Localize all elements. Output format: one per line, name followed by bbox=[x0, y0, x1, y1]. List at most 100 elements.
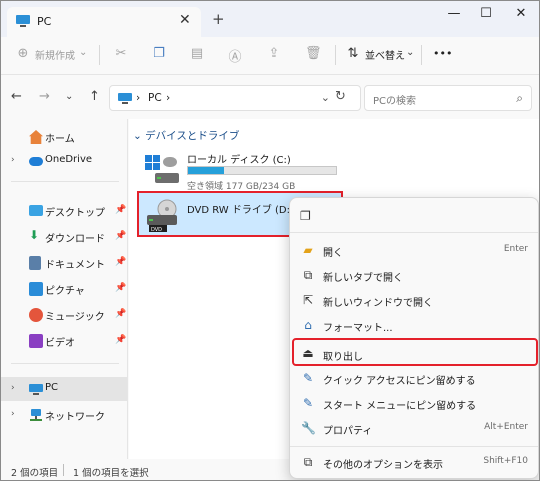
pin-icon[interactable]: 📌 bbox=[115, 335, 126, 345]
item-count: 2 個の項目 bbox=[11, 468, 59, 479]
drive-d-name: DVD RW ドライブ (D:) bbox=[187, 205, 294, 216]
sidebar-item-desktop[interactable]: デスクトップ 📌 bbox=[1, 199, 127, 223]
eject-icon: ⏏ bbox=[302, 346, 314, 360]
sidebar-item-network[interactable]: › ネットワーク bbox=[1, 403, 127, 427]
close-button[interactable]: ✕ bbox=[506, 6, 536, 21]
sidebar-item-pc[interactable]: › PC bbox=[1, 377, 127, 401]
minimize-button[interactable]: — bbox=[439, 6, 469, 21]
download-icon: ⬇ bbox=[29, 228, 40, 242]
drive-c-item[interactable]: ローカル ディスク (C:) 空き領域 177 GB/234 GB bbox=[143, 149, 343, 192]
menu-item-label: 開く bbox=[323, 248, 343, 259]
context-menu: ❐ ▰ 開く Enter ⧉ 新しいタブで開く ⇱ 新しいウィンドウで開く ⌂ … bbox=[289, 197, 539, 479]
pane-divider[interactable] bbox=[127, 119, 128, 459]
menu-item-pin-start[interactable]: ✎ スタート メニューにピン留めする bbox=[294, 391, 534, 415]
pin-icon[interactable]: 📌 bbox=[115, 205, 126, 215]
breadcrumb-separator[interactable]: › bbox=[136, 92, 140, 104]
refresh-icon[interactable]: ↻ bbox=[335, 89, 346, 104]
search-input[interactable]: PCの検索 bbox=[373, 92, 416, 107]
sidebar-item-home[interactable]: ホーム bbox=[1, 125, 127, 149]
tab-pc[interactable]: PC ✕ bbox=[7, 7, 201, 37]
more-options-button[interactable]: ••• bbox=[433, 47, 452, 60]
maximize-button[interactable]: ☐ bbox=[471, 6, 501, 21]
pin-icon[interactable]: 📌 bbox=[115, 231, 126, 241]
recent-locations-icon[interactable]: ⌄ bbox=[65, 91, 73, 102]
chevron-right-icon[interactable]: › bbox=[11, 409, 15, 419]
sidebar-item-music[interactable]: ミュージック 📌 bbox=[1, 303, 127, 327]
sidebar-item-label: ネットワーク bbox=[45, 412, 105, 423]
chevron-down-icon[interactable]: ⌄ bbox=[321, 91, 330, 104]
sidebar-item-pictures[interactable]: ピクチャ 📌 bbox=[1, 277, 127, 301]
group-title: デバイスとドライブ bbox=[145, 130, 240, 142]
menu-item-properties[interactable]: 🔧 プロパティ Alt+Enter bbox=[294, 416, 534, 440]
chevron-right-icon[interactable]: › bbox=[11, 155, 15, 165]
desktop-icon bbox=[29, 205, 43, 216]
copy-icon[interactable]: ❐ bbox=[151, 46, 167, 62]
menu-item-open-new-window[interactable]: ⇱ 新しいウィンドウで開く bbox=[294, 288, 534, 312]
wrench-icon: 🔧 bbox=[301, 421, 316, 435]
group-header[interactable]: ⌄ デバイスとドライブ bbox=[133, 128, 239, 143]
pin-icon[interactable]: 📌 bbox=[115, 309, 126, 319]
chevron-down-icon: ⌄ bbox=[79, 47, 88, 58]
menu-item-more-options[interactable]: ⧉ その他のオプションを表示 Shift+F10 bbox=[294, 450, 534, 474]
separator bbox=[63, 464, 64, 476]
rename-icon[interactable]: Ⓐ bbox=[227, 46, 243, 65]
pc-icon bbox=[29, 384, 43, 395]
menu-item-shortcut: Shift+F10 bbox=[483, 456, 528, 466]
menu-item-open[interactable]: ▰ 開く Enter bbox=[294, 238, 534, 262]
search-box[interactable]: PCの検索 ⌕ bbox=[364, 85, 532, 111]
sidebar-divider bbox=[11, 363, 119, 364]
new-tab-icon: ⧉ bbox=[303, 268, 313, 282]
pc-icon bbox=[16, 15, 30, 27]
sort-button[interactable]: 並べ替え bbox=[365, 47, 405, 62]
dvd-badge: DVD bbox=[151, 227, 162, 233]
menu-divider bbox=[290, 446, 538, 447]
sidebar-item-label: OneDrive bbox=[45, 154, 93, 165]
new-tab-button[interactable]: + bbox=[212, 10, 225, 28]
separator bbox=[99, 45, 100, 65]
more-options-icon: ⧉ bbox=[303, 455, 313, 469]
pin-icon[interactable]: 📌 bbox=[115, 257, 126, 267]
paste-icon[interactable]: ▤ bbox=[189, 46, 205, 62]
tab-title: PC bbox=[37, 15, 52, 28]
separator bbox=[421, 45, 422, 65]
sidebar-item-label: ダウンロード bbox=[45, 234, 105, 245]
pin-icon: ✎ bbox=[302, 396, 314, 410]
pin-icon[interactable]: 📌 bbox=[115, 283, 126, 293]
breadcrumb-separator[interactable]: › bbox=[166, 92, 170, 104]
pc-icon bbox=[118, 93, 132, 104]
chevron-right-icon[interactable]: › bbox=[11, 383, 15, 393]
forward-arrow-icon[interactable]: → bbox=[39, 89, 50, 104]
sidebar-item-label: ビデオ bbox=[45, 338, 75, 349]
navigation-pane: ホーム › OneDrive デスクトップ 📌 ⬇ ダウンロード 📌 ドキュメン… bbox=[1, 119, 129, 459]
menu-item-pin-quick-access[interactable]: ✎ クイック アクセスにピン留めする bbox=[294, 366, 534, 390]
menu-item-label: プロパティ bbox=[323, 426, 373, 437]
tab-close-icon[interactable]: ✕ bbox=[179, 12, 191, 28]
new-window-icon: ⇱ bbox=[302, 293, 314, 307]
copy-icon[interactable]: ❐ bbox=[300, 209, 311, 223]
sidebar-item-label: PC bbox=[45, 382, 59, 393]
sidebar-item-label: ドキュメント bbox=[45, 260, 105, 271]
pin-icon: ✎ bbox=[302, 371, 314, 385]
sidebar-item-downloads[interactable]: ⬇ ダウンロード 📌 bbox=[1, 225, 127, 249]
delete-icon[interactable]: 🗑 bbox=[305, 46, 322, 62]
back-arrow-icon[interactable]: ← bbox=[11, 89, 22, 104]
dvd-drive-icon: DVD bbox=[147, 199, 177, 233]
sidebar-item-onedrive[interactable]: › OneDrive bbox=[1, 149, 127, 173]
sidebar-item-videos[interactable]: ビデオ 📌 bbox=[1, 329, 127, 353]
sidebar-divider bbox=[11, 181, 119, 182]
folder-icon: ▰ bbox=[303, 243, 313, 257]
sidebar-item-documents[interactable]: ドキュメント 📌 bbox=[1, 251, 127, 275]
cut-icon[interactable]: ✂ bbox=[113, 46, 129, 62]
menu-item-eject[interactable]: ⏏ 取り出し bbox=[292, 338, 538, 366]
menu-item-format[interactable]: ⌂ フォーマット... bbox=[294, 313, 534, 337]
onedrive-icon bbox=[29, 157, 43, 166]
share-icon[interactable]: ⇪ bbox=[266, 46, 282, 62]
selection-count: 1 個の項目を選択 bbox=[73, 468, 149, 479]
menu-item-open-new-tab[interactable]: ⧉ 新しいタブで開く bbox=[294, 263, 534, 287]
pictures-icon bbox=[29, 282, 43, 296]
up-arrow-icon[interactable]: ↑ bbox=[89, 89, 100, 104]
new-button[interactable]: 新規作成 bbox=[35, 47, 75, 62]
network-icon bbox=[30, 409, 42, 421]
address-bar[interactable]: › PC › ⌄ bbox=[109, 85, 361, 111]
breadcrumb-pc[interactable]: PC bbox=[148, 92, 162, 104]
